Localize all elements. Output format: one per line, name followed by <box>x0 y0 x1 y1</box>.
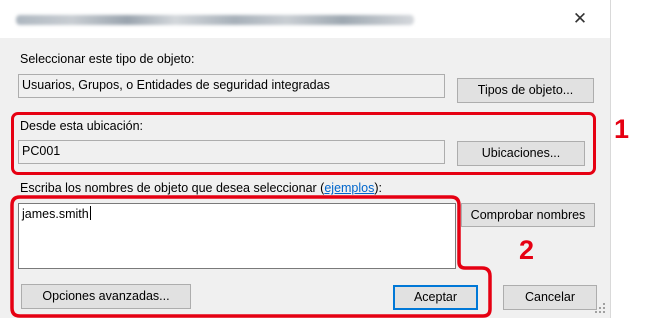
names-label-prefix: Escriba los nombres de objeto que desea … <box>20 181 325 195</box>
ok-button[interactable]: Aceptar <box>393 285 478 310</box>
object-type-label: Seleccionar este tipo de objeto: <box>20 52 195 66</box>
callout-number-2: 2 <box>519 235 535 265</box>
names-label: Escriba los nombres de objeto que desea … <box>20 181 382 195</box>
highlight-location-box <box>11 112 596 175</box>
names-label-suffix: ): <box>374 181 383 195</box>
close-button[interactable]: ✕ <box>557 4 603 34</box>
object-names-input[interactable]: james.smith <box>18 203 456 269</box>
examples-link[interactable]: ejemplos <box>324 181 374 195</box>
text-caret <box>89 206 91 220</box>
object-type-field: Usuarios, Grupos, o Entidades de segurid… <box>18 74 445 98</box>
callout-number-1: 1 <box>614 114 630 144</box>
cancel-button[interactable]: Cancelar <box>503 285 597 310</box>
title-bar: ✕ <box>0 0 610 38</box>
advanced-options-button[interactable]: Opciones avanzadas... <box>21 284 191 309</box>
close-icon: ✕ <box>572 9 588 28</box>
object-names-value: james.smith <box>22 207 89 221</box>
check-names-button[interactable]: Comprobar nombres <box>461 203 595 227</box>
resize-grip-icon[interactable] <box>594 302 606 314</box>
object-types-button[interactable]: Tipos de objeto... <box>457 78 594 103</box>
blurred-title <box>16 15 414 25</box>
